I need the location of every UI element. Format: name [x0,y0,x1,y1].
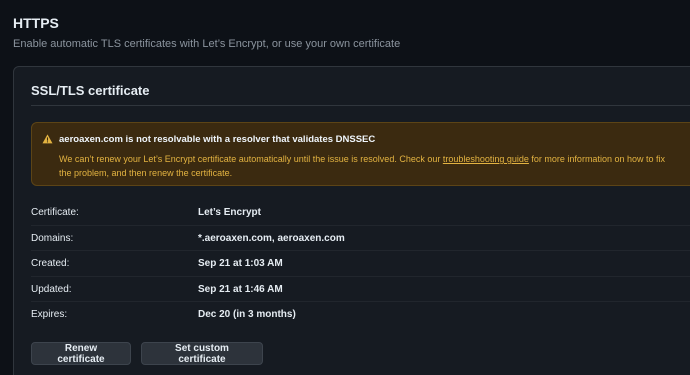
detail-row-expires: Expires: Dec 20 (in 3 months) [31,302,690,328]
detail-label: Created: [31,258,70,269]
detail-value: *.aeroaxen.com, aeroaxen.com [198,232,345,244]
page: HTTPS Enable automatic TLS certificates … [0,0,690,375]
card-title: SSL/TLS certificate [31,83,150,98]
dnssec-warning-banner: aeroaxen.com is not resolvable with a re… [31,122,690,186]
detail-value: Let’s Encrypt [198,207,261,218]
detail-row-certificate: Certificate: Let’s Encrypt [31,200,690,226]
detail-value: Sep 21 at 1:46 AM [198,283,283,295]
detail-label: Expires: [31,309,68,320]
detail-row-domains: Domains: *.aeroaxen.com, aeroaxen.com [31,226,690,251]
page-subtitle: Enable automatic TLS certificates with L… [13,38,401,50]
detail-label: Updated: [31,283,72,295]
warning-body: We can’t renew your Let’s Encrypt certif… [59,152,679,180]
warning-body-text: We can’t renew your Let’s Encrypt certif… [59,154,443,164]
certificate-details: Certificate: Let’s Encrypt Domains: *.ae… [31,200,690,328]
detail-label: Domains: [31,232,74,244]
detail-value: Sep 21 at 1:03 AM [198,258,283,269]
section-header: HTTPS Enable automatic TLS certificates … [13,14,400,51]
detail-value: Dec 20 (in 3 months) [198,309,296,320]
warning-title: aeroaxen.com is not resolvable with a re… [59,134,376,145]
set-custom-certificate-button[interactable]: Set custom certificate [141,342,263,365]
ssl-tls-card: SSL/TLS certificate aeroaxen.com is not … [13,66,690,375]
warning-triangle-icon [42,134,53,144]
troubleshooting-guide-link[interactable]: troubleshooting guide [443,154,529,164]
detail-row-updated: Updated: Sep 21 at 1:46 AM [31,277,690,302]
page-title: HTTPS [13,15,59,31]
card-divider [31,105,690,106]
renew-certificate-button[interactable]: Renew certificate [31,342,131,365]
detail-label: Certificate: [31,207,79,218]
detail-row-created: Created: Sep 21 at 1:03 AM [31,251,690,277]
